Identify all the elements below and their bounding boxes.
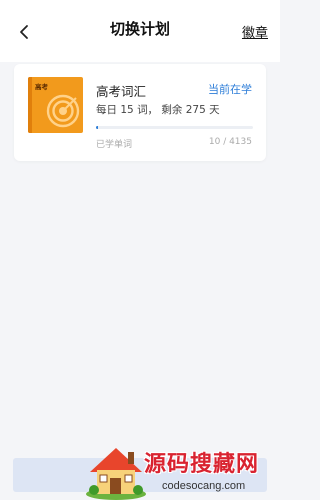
- daily-prefix: 每日: [96, 104, 117, 116]
- watermark-text-cn: 源码搜藏网: [144, 452, 260, 477]
- book-name: 高考词汇: [96, 84, 147, 99]
- watermark-text-en: codesocang.com: [162, 480, 246, 492]
- book-cover-label: 高考: [35, 83, 48, 91]
- progress-bar: [96, 126, 253, 129]
- daily-unit: 词，: [137, 104, 159, 116]
- remain-prefix: 剩余: [161, 104, 183, 116]
- book-cover: 高考: [28, 77, 83, 133]
- progress-bar-fill: [96, 126, 98, 129]
- page-title: 切换计划: [109, 20, 170, 38]
- learned-words-count: 10 / 4135: [208, 137, 252, 147]
- current-status-tag: 当前在学: [208, 83, 252, 96]
- watermark: 源码搜藏网 codesocang.com: [84, 440, 280, 500]
- plan-summary: 每日 15 词， 剩余 275 天: [96, 102, 220, 117]
- badges-link[interactable]: 徽章: [242, 22, 268, 41]
- remain-unit: 天: [209, 104, 220, 116]
- learned-words-label: 已学单词: [96, 140, 133, 150]
- book-cover-spine: [28, 77, 32, 133]
- target-icon: [46, 94, 80, 128]
- plan-card[interactable]: 高考 高考词汇 当前在学 每日 15 词， 剩余 275 天 已学单词 10 /…: [14, 64, 266, 161]
- house-logo-icon: [86, 448, 146, 500]
- navigation-bar: 切换计划 徽章: [0, 0, 280, 62]
- daily-count: 15: [120, 104, 134, 116]
- remain-days: 275: [185, 104, 206, 116]
